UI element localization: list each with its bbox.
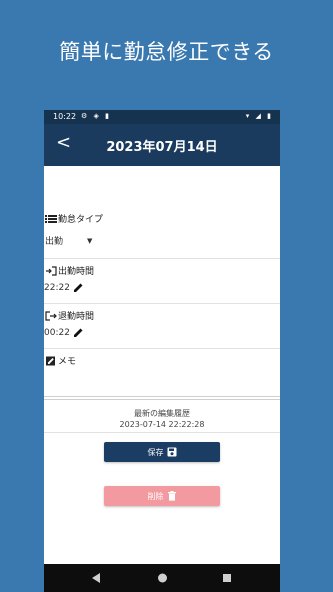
clock-in-label-text: 出勤時間: [58, 267, 95, 277]
status-time: 10:22: [53, 112, 77, 121]
divider: [44, 432, 280, 433]
trash-icon: [167, 491, 176, 501]
divider: [44, 303, 280, 304]
system-icons: ▾ ◢ ▮: [245, 112, 273, 120]
navigation-bar: [44, 564, 280, 592]
app-bar: < 2023年07月14日: [44, 124, 280, 166]
nav-home-icon[interactable]: [157, 572, 168, 584]
divider: [44, 348, 280, 349]
attendance-type-value: 出勤: [45, 237, 64, 247]
phone-screen: 10:22 ⚙ ◈ ▮ ▾ ◢ ▮ < 2023年07月14日 勤怠タイプ 出勤…: [44, 110, 280, 592]
page-title: 2023年07月14日: [106, 140, 218, 155]
memo-label-text: メモ: [58, 357, 77, 367]
notification-icons: ⚙ ◈ ▮: [81, 112, 111, 120]
clock-out-label: 退勤時間: [45, 309, 94, 322]
status-bar: 10:22 ⚙ ◈ ▮ ▾ ◢ ▮: [44, 110, 280, 124]
edit-pencil-icon[interactable]: [73, 282, 84, 293]
attendance-type-label: 勤怠タイプ: [45, 212, 103, 225]
note-edit-icon: [46, 356, 55, 365]
clock-out-label-text: 退勤時間: [58, 312, 95, 322]
save-button-label: 保存: [147, 447, 164, 457]
attendance-type-label-text: 勤怠タイプ: [58, 215, 104, 225]
divider: [44, 399, 280, 400]
clock-in-time: 22:22: [44, 282, 70, 293]
list-icon: [45, 214, 57, 223]
nav-back-icon[interactable]: [91, 572, 101, 584]
logout-icon: [45, 310, 57, 321]
clock-in-value-row: 22:22: [44, 282, 84, 293]
promo-title: 簡単に勤怠修正できる: [59, 40, 274, 64]
edit-pencil-icon[interactable]: [73, 327, 84, 338]
save-icon: [167, 447, 176, 457]
clock-in-label: 出勤時間: [45, 264, 94, 277]
memo-label: メモ: [45, 354, 76, 367]
clock-out-value-row: 00:22: [44, 327, 84, 338]
nav-recents-icon[interactable]: [222, 572, 232, 584]
delete-button-label: 削除: [147, 491, 164, 501]
attendance-type-select[interactable]: 出勤 ▼: [45, 234, 93, 248]
divider: [44, 258, 280, 259]
history-title: 最新の編集履歴: [134, 409, 190, 418]
divider: [44, 396, 280, 397]
history-timestamp: 2023-07-14 22:22:28: [119, 420, 205, 429]
delete-button[interactable]: 削除: [104, 486, 220, 506]
chevron-down-icon: ▼: [87, 236, 93, 245]
save-button[interactable]: 保存: [104, 442, 220, 462]
clock-out-time: 00:22: [44, 327, 70, 338]
login-icon: [46, 265, 57, 276]
